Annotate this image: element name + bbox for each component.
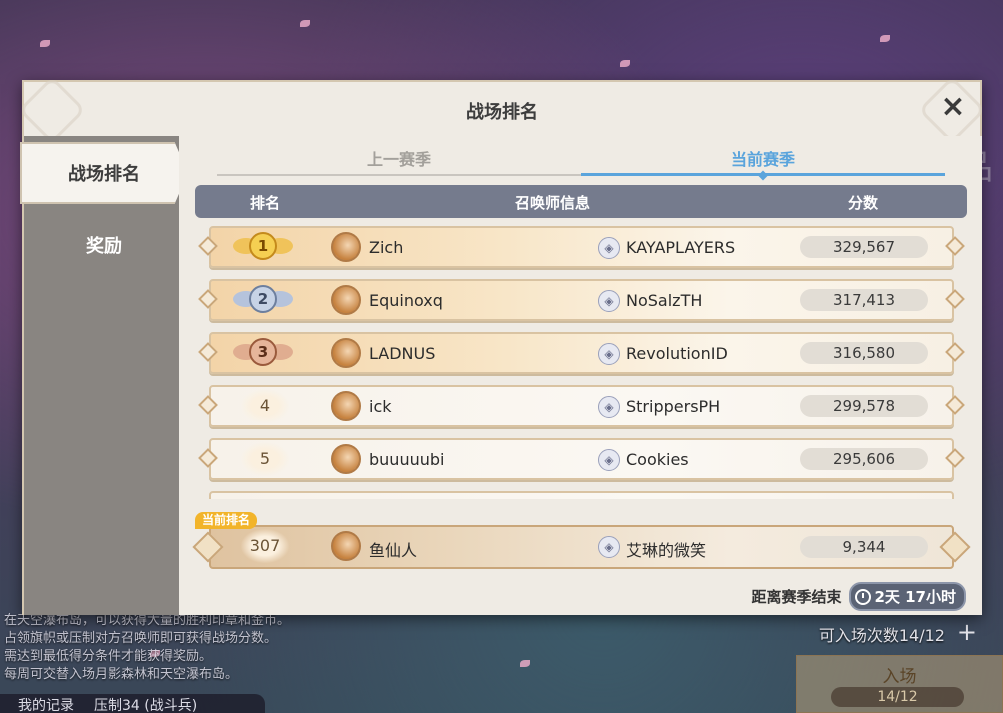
row-tip-decoration — [945, 342, 965, 362]
rank-number: 4 — [241, 389, 289, 423]
guild-name: StrippersPH — [626, 397, 721, 416]
summoner-name: Equinoxq — [369, 291, 443, 310]
table-row: 3 LADNUS ◈ RevolutionID 316,580 — [198, 331, 965, 375]
countdown-badge: 2天 17小时 — [849, 582, 966, 611]
score-value: 295,606 — [800, 448, 928, 470]
ranking-dialog: 战场排名 × 战场排名 奖励 上一赛季 当前赛季 排名 召唤师信息 分数 1 Z… — [18, 76, 986, 615]
tab-label: 上一赛季 — [366, 150, 431, 169]
clock-icon — [855, 588, 872, 605]
guild-emblem-icon: ◈ — [598, 396, 620, 418]
info-line: 需达到最低得分条件才能获得奖励。 — [4, 649, 213, 664]
dialog-title: 战场排名 — [466, 102, 538, 123]
enter-button[interactable]: 入场 14/12 — [796, 655, 1003, 713]
avatar — [324, 437, 368, 481]
guild-emblem-icon: ◈ — [598, 343, 620, 365]
add-entries-button[interactable]: + — [957, 618, 977, 646]
table-row: 1 Zich ◈ KAYAPLAYERS 329,567 — [198, 225, 965, 269]
summoner-name: LADNUS — [369, 344, 436, 363]
row-tip-decoration — [198, 448, 218, 468]
rank-number: 2 — [249, 285, 277, 313]
score-value: 9,344 — [800, 536, 928, 558]
current-rank-badge: 当前排名 — [195, 512, 258, 529]
tab-label: 当前赛季 — [730, 150, 795, 169]
rank-number: 5 — [241, 442, 289, 476]
sidebar-item-ranking[interactable]: 战场排名 — [20, 142, 188, 204]
avatar — [324, 331, 368, 375]
battlefield-info-text: 在天空瀑布岛，可以获得大量的胜利印章和金币。 占领旗帜或压制对方召唤师即可获得战… — [4, 612, 290, 684]
enter-label: 入场 — [882, 667, 917, 687]
avatar — [324, 278, 368, 322]
info-line: 每周可交替入场月影森林和天空瀑布岛。 — [4, 667, 239, 682]
guild-name: NoSalzTH — [626, 291, 703, 310]
guild-name: 艾琳的微笑 — [626, 541, 707, 560]
my-record-button[interactable]: 我的记录 — [18, 695, 74, 713]
sidebar-item-rewards[interactable]: 奖励 — [20, 216, 188, 278]
enter-count: 14/12 — [831, 687, 964, 707]
row-tip-decoration — [945, 448, 965, 468]
entries-remaining: 可入场次数14/12 — [818, 626, 945, 645]
score-value: 329,567 — [800, 236, 928, 258]
guild-emblem-icon: ◈ — [598, 290, 620, 312]
column-header-rank: 排名 — [250, 194, 281, 212]
row-tip-decoration — [198, 236, 218, 256]
season-end-label: 距离赛季结束 — [751, 588, 842, 606]
current-player-row: 307 鱼仙人 ◈ 艾琳的微笑 9,344 — [192, 524, 971, 569]
sidebar: 战场排名 奖励 — [20, 136, 188, 615]
record-bar: 我的记录 压制34 (战斗兵) — [0, 694, 265, 713]
column-header-score: 分数 — [848, 194, 879, 212]
bronze-medal-icon: 3 — [233, 336, 293, 370]
row-tip-decoration — [945, 236, 965, 256]
tab-current-season[interactable]: 当前赛季 — [581, 146, 945, 181]
active-tab-indicator — [758, 170, 768, 181]
summoner-name: Zich — [369, 238, 404, 257]
guild-emblem-icon: ◈ — [598, 536, 620, 558]
summoner-name: buuuuubi — [369, 450, 445, 469]
summoner-name: ick — [369, 397, 392, 416]
season-end-timer: 距离赛季结束 2天 17小时 — [751, 582, 966, 611]
tab-previous-season[interactable]: 上一赛季 — [217, 146, 581, 176]
petal-decoration — [620, 60, 630, 67]
petal-decoration — [880, 35, 890, 42]
guild-emblem-icon: ◈ — [598, 237, 620, 259]
rank-number: 1 — [249, 232, 277, 260]
row-tip-decoration — [945, 289, 965, 309]
petal-decoration — [520, 660, 530, 667]
gold-medal-icon: 1 — [233, 230, 293, 264]
guild-name: RevolutionID — [626, 344, 728, 363]
ranking-panel: 上一赛季 当前赛季 排名 召唤师信息 分数 1 Zich ◈ KAYAPLAYE… — [179, 136, 982, 615]
guild-emblem-icon: ◈ — [598, 449, 620, 471]
column-header-summoner: 召唤师信息 — [515, 194, 591, 212]
row-tip-decoration — [198, 342, 218, 362]
info-line: 占领旗帜或压制对方召唤师即可获得战场分数。 — [4, 631, 278, 646]
petal-decoration — [300, 20, 310, 27]
guild-name: Cookies — [626, 450, 689, 469]
table-header: 排名 召唤师信息 分数 — [195, 185, 967, 218]
guild-name: KAYAPLAYERS — [626, 238, 736, 257]
score-value: 316,580 — [800, 342, 928, 364]
rank-number: 307 — [241, 529, 289, 563]
table-row: 5 buuuuubi ◈ Cookies 295,606 — [198, 437, 965, 481]
avatar — [324, 524, 368, 568]
silver-medal-icon: 2 — [233, 283, 293, 317]
avatar — [324, 225, 368, 269]
rank-number: 3 — [249, 338, 277, 366]
close-icon[interactable]: × — [940, 92, 966, 122]
countdown-text: 2天 17小时 — [874, 588, 956, 606]
summoner-name: 鱼仙人 — [369, 541, 418, 560]
table-row: 2 Equinoxq ◈ NoSalzTH 317,413 — [198, 278, 965, 322]
petal-decoration — [40, 40, 50, 47]
score-value: 317,413 — [800, 289, 928, 311]
table-row: 4 ick ◈ StrippersPH 299,578 — [198, 384, 965, 428]
row-tip-decoration — [198, 395, 218, 415]
row-tip-decoration — [198, 289, 218, 309]
row-tip-decoration — [945, 395, 965, 415]
suppress-stat: 压制34 (战斗兵) — [94, 698, 198, 713]
score-value: 299,578 — [800, 395, 928, 417]
avatar — [324, 384, 368, 428]
